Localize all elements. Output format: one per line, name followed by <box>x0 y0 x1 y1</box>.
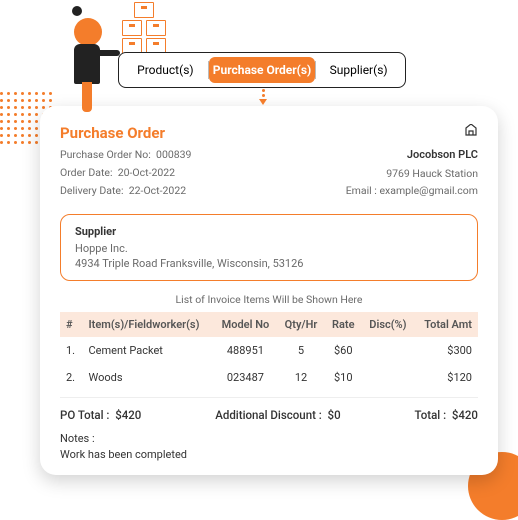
col-total: Total Amt <box>414 312 478 337</box>
cell-disc <box>362 364 415 391</box>
grand-total-value: $420 <box>452 408 478 422</box>
invoice-list-note: List of Invoice Items Will be Shown Here <box>60 293 478 306</box>
po-number-label: Purchase Order No: <box>60 148 151 161</box>
person-illustration <box>70 10 120 110</box>
table-row: 1. Cement Packet 488951 5 $60 $300 <box>60 337 478 364</box>
supplier-address: 4934 Triple Road Franksville, Wisconsin,… <box>75 257 463 270</box>
items-table: # Item(s)/Fieldworker(s) Model No Qty/Hr… <box>60 312 478 391</box>
company-email-row: Email : example@gmail.com <box>346 182 478 200</box>
po-title: Purchase Order <box>60 124 191 142</box>
col-qty: Qty/Hr <box>277 312 325 337</box>
tab-products[interactable]: Product(s) <box>123 57 208 83</box>
table-row: 2. Woods 023487 12 $10 $120 <box>60 364 478 391</box>
col-rate: Rate <box>325 312 362 337</box>
cell-model: 488951 <box>214 337 278 364</box>
po-delivery-date-label: Delivery Date: <box>60 184 124 197</box>
cell-qty: 12 <box>277 364 325 391</box>
po-number-row: Purchase Order No: 000839 <box>60 146 191 164</box>
supplier-name: Hoppe Inc. <box>75 242 463 255</box>
purchase-order-card: Purchase Order Purchase Order No: 000839… <box>40 106 498 475</box>
col-disc: Disc(%) <box>362 312 415 337</box>
company-name: Jocobson PLC <box>346 146 478 165</box>
tab-purchase-orders[interactable]: Purchase Order(s) <box>209 57 316 83</box>
notes-label: Notes : <box>60 432 478 445</box>
boxes-illustration <box>118 2 172 56</box>
notes-section: Notes : Work has been completed <box>60 432 478 461</box>
po-number-value: 000839 <box>156 148 191 161</box>
po-order-date-value: 20-Oct-2022 <box>118 166 175 179</box>
notes-body: Work has been completed <box>60 448 478 461</box>
po-total-label: PO Total : <box>60 408 109 422</box>
tab-suppliers[interactable]: Supplier(s) <box>316 57 401 83</box>
cell-item: Woods <box>83 364 214 391</box>
company-address: 9769 Hauck Station <box>346 165 478 183</box>
po-order-date-row: Order Date: 20-Oct-2022 <box>60 164 191 182</box>
cell-model: 023487 <box>214 364 278 391</box>
tabs-bar: Product(s) Purchase Order(s) Supplier(s) <box>118 52 406 88</box>
col-model: Model No <box>214 312 278 337</box>
totals-row: PO Total : $420 Additional Discount : $0… <box>60 397 478 422</box>
cell-total: $300 <box>414 337 478 364</box>
cell-total: $120 <box>414 364 478 391</box>
cell-item: Cement Packet <box>83 337 214 364</box>
grand-total-label: Total : <box>415 408 447 422</box>
company-email: example@gmail.com <box>379 184 478 197</box>
company-email-label: Email : <box>346 184 377 197</box>
addl-disc-label: Additional Discount : <box>215 408 322 422</box>
po-delivery-date-value: 22-Oct-2022 <box>129 184 186 197</box>
cell-qty: 5 <box>277 337 325 364</box>
cell-idx: 1. <box>60 337 83 364</box>
company-icon <box>464 124 478 136</box>
addl-disc-value: $0 <box>328 408 341 422</box>
cell-rate: $60 <box>325 337 362 364</box>
col-idx: # <box>60 312 83 337</box>
cell-disc <box>362 337 415 364</box>
cell-rate: $10 <box>325 364 362 391</box>
po-delivery-date-row: Delivery Date: 22-Oct-2022 <box>60 182 191 200</box>
cell-idx: 2. <box>60 364 83 391</box>
supplier-title: Supplier <box>75 225 463 238</box>
po-order-date-label: Order Date: <box>60 166 113 179</box>
supplier-box: Supplier Hoppe Inc. 4934 Triple Road Fra… <box>60 214 478 281</box>
col-item: Item(s)/Fieldworker(s) <box>83 312 214 337</box>
po-total-value: $420 <box>115 408 141 422</box>
